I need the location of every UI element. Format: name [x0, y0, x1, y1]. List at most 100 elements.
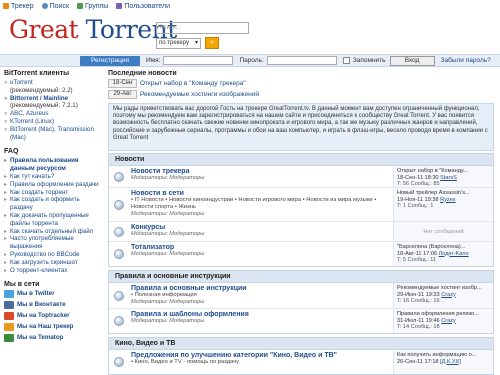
last-post-user[interactable]: [Д.К.У.К] [440, 359, 461, 365]
social-tematop[interactable]: Мы на Tematop [4, 333, 104, 342]
client-note: (рекомендуемый: 7.2.1) [10, 102, 78, 110]
forum-row[interactable]: Предложения по улучшению категории "Кино… [109, 350, 493, 374]
category-header[interactable]: Кино, Видео и ТВ [109, 338, 493, 350]
forum-subforums[interactable]: • Полезная информация [131, 292, 393, 299]
news-item[interactable]: 29-Авг Рекомендуемые хостинги изображени… [108, 89, 494, 99]
site-logo[interactable]: Great Torrent [9, 15, 177, 44]
last-post-user[interactable]: Лодег-Kano [439, 251, 469, 257]
forum-row[interactable]: Конкурсы Модераторы: Модераторы Нет сооб… [109, 222, 493, 242]
forum-row[interactable]: Правила и основные инструкции • Полезная… [109, 283, 493, 309]
forum-row[interactable]: Правила и шаблоны оформления Модераторы:… [109, 309, 493, 333]
login-button[interactable]: Вход [389, 55, 435, 66]
client-item[interactable]: uTorrent(рекомендуемый: 2.2) [4, 79, 104, 95]
forum-title[interactable]: Тотализатор [131, 244, 174, 251]
forum-title[interactable]: Конкурсы [131, 224, 165, 231]
forum-title[interactable]: Правила и шаблоны оформления [131, 311, 249, 318]
faq-link[interactable]: Как создать и оформить раздачу [10, 196, 80, 211]
forum-title[interactable]: Новости трекера [131, 168, 189, 175]
last-post-user[interactable]: Crazy [441, 318, 456, 324]
faq-item[interactable]: Как загрузить скриншот [4, 259, 104, 267]
faq-link[interactable]: Как создать торрент [10, 189, 68, 196]
faq-item[interactable]: Как создать торрент [4, 189, 104, 197]
forum-row[interactable]: Тотализатор Модераторы: Модераторы "Барс… [109, 242, 493, 266]
faq-link[interactable]: Как тут качать? [10, 173, 54, 180]
faq-item[interactable]: Как скачать отдельный файл [4, 228, 104, 236]
social-link[interactable]: Мы в Twitter [17, 290, 55, 297]
forum-subforums[interactable]: • Кино, Видео и TV - помощь по раздачу [131, 359, 393, 366]
social-link[interactable]: Мы на Наш трекер [17, 323, 73, 330]
forgot-password-link[interactable]: Забыли пароль? [441, 57, 491, 64]
news-item[interactable]: 18-Сен Открыт набор в "Команду трекера" [108, 78, 494, 88]
news-link[interactable]: Открыт набор в "Команду трекера" [140, 80, 246, 87]
faq-item[interactable]: Как создать и оформить раздачу [4, 196, 104, 212]
nav-tracker[interactable]: Трекер [3, 3, 34, 10]
social-vk[interactable]: Мы в Вконтакте [4, 301, 104, 310]
social-title: Мы в сети [4, 281, 40, 289]
nav-users-link[interactable]: Пользователи [124, 3, 170, 10]
faq-item[interactable]: Руководство по BBCode [4, 251, 104, 259]
last-post-title[interactable]: "Барселона (Барселона)... [397, 244, 490, 251]
client-name[interactable]: ABC, Azureus [10, 110, 49, 117]
faq-link[interactable]: Руководство по BBCode [10, 251, 79, 258]
client-name[interactable]: KTorrent (Linux) [10, 118, 54, 125]
search-button[interactable]: » [205, 37, 219, 49]
register-button[interactable]: Регистрация [80, 55, 140, 66]
social-link[interactable]: Мы на Toptracker [17, 312, 70, 319]
search-input[interactable]: поиск... [156, 22, 249, 34]
client-item[interactable]: Bittorrent / Mainline(рекомендуемый: 7.2… [4, 95, 104, 111]
faq-item[interactable]: Как докачать пропущенные файлы торрента [4, 212, 104, 228]
remember-checkbox[interactable] [342, 57, 350, 64]
social-nashtracker[interactable]: Мы на Наш трекер [4, 322, 104, 331]
forum-row[interactable]: Новости трекера Модераторы: Модераторы О… [109, 166, 493, 188]
forum-subforums[interactable]: • IT Новости • Новости киноиндустрии • Н… [131, 197, 393, 211]
category-header[interactable]: Новости [109, 154, 493, 166]
nav-search-link[interactable]: Поиск [50, 3, 69, 10]
faq-link[interactable]: Как загрузить скриншот [10, 259, 78, 266]
social-twitter[interactable]: Мы в Twitter [4, 290, 104, 299]
faq-link[interactable]: О торрент-клиентах [10, 267, 67, 274]
forum-icon [109, 188, 129, 221]
client-item[interactable]: ABC, Azureus [4, 110, 104, 118]
forum-title[interactable]: Новости в сети [131, 190, 184, 197]
faq-item[interactable]: Правила оформления раздачи [4, 181, 104, 189]
social-link[interactable]: Мы на Tematop [17, 334, 63, 341]
nav-groups-link[interactable]: Группы [85, 3, 108, 10]
news-link[interactable]: Рекомендуемые хостинги изображений [140, 91, 259, 98]
search-scope-select[interactable]: по трекеру [156, 38, 201, 49]
last-post-title[interactable]: Рекомендуемые хостинг изобр... [397, 285, 490, 292]
last-post-user[interactable]: Crazy [441, 292, 456, 298]
client-item[interactable]: BitTorrent (Mac), Transmission (Mac) [4, 126, 104, 142]
forum-row[interactable]: Новости в сети • IT Новости • Новости ки… [109, 188, 493, 222]
nav-search[interactable]: Поиск [41, 3, 69, 10]
last-post-title[interactable]: Как получить информацию о... [397, 352, 490, 359]
faq-link[interactable]: Правила оформления раздачи [10, 181, 99, 188]
name-field[interactable] [163, 56, 234, 65]
client-item[interactable]: KTorrent (Linux) [4, 118, 104, 126]
last-post-title[interactable]: Открыт набор в "Команду... [397, 168, 490, 175]
last-post-date: 18-Авг-11 17:06 [397, 250, 438, 257]
forum-title[interactable]: Правила и основные инструкции [131, 285, 247, 292]
client-name[interactable]: uTorrent [10, 79, 33, 86]
faq-item[interactable]: Часто употребляемые выражения [4, 235, 104, 251]
faq-link[interactable]: Часто употребляемые выражения [10, 235, 74, 250]
faq-link[interactable]: Как скачать отдельный файл [10, 228, 93, 235]
nav-groups[interactable]: Группы [77, 3, 108, 10]
social-toptracker[interactable]: Мы на Toptracker [4, 311, 104, 320]
faq-item[interactable]: О торрент-клиентах [4, 267, 104, 275]
last-post-user[interactable]: StarsS [440, 175, 457, 181]
category-header[interactable]: Правила и основные инструкции [109, 271, 493, 283]
password-field[interactable] [266, 56, 337, 65]
last-post-title[interactable]: Новый трейлер Assassin's... [397, 190, 490, 197]
client-name[interactable]: Bittorrent / Mainline [10, 95, 68, 102]
faq-link[interactable]: Правила пользования данным ресурсом [10, 157, 78, 172]
last-post-user[interactable]: Ryzex [440, 197, 456, 203]
faq-item[interactable]: Как тут качать? [4, 173, 104, 181]
forum-title[interactable]: Предложения по улучшению категории "Кино… [131, 352, 337, 359]
faq-link[interactable]: Как докачать пропущенные файлы торрента [10, 212, 89, 227]
nav-users[interactable]: Пользователи [116, 3, 170, 10]
social-link[interactable]: Мы в Вконтакте [17, 301, 66, 308]
faq-item[interactable]: Правила пользования данным ресурсом [4, 157, 104, 173]
nav-tracker-link[interactable]: Трекер [11, 3, 34, 10]
last-post-title[interactable]: Правила оформления релизо... [397, 311, 490, 318]
client-name[interactable]: BitTorrent (Mac), Transmission (Mac) [10, 126, 94, 141]
